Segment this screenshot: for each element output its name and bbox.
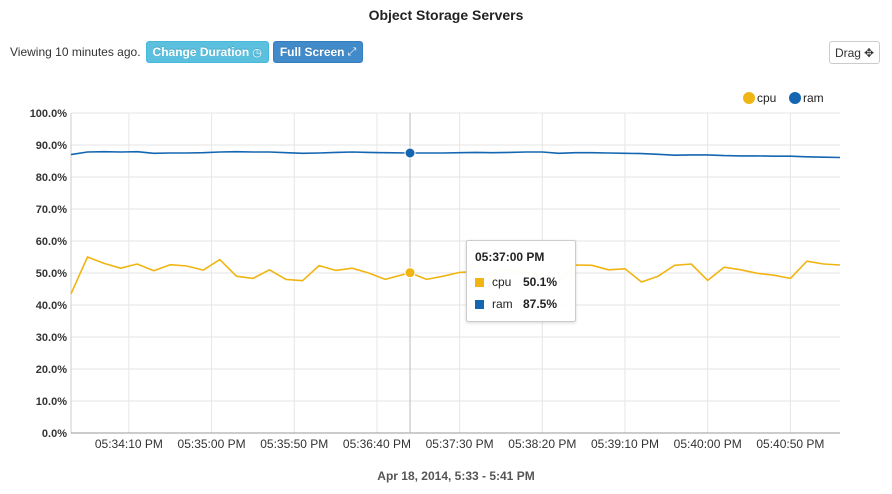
x-tick-label: 05:40:50 PM [756, 437, 824, 451]
highlight-point-ram [404, 147, 416, 159]
y-tick-label: 20.0% [36, 364, 67, 376]
legend-label-cpu: cpu [757, 91, 776, 105]
y-tick-label: 50.0% [36, 268, 67, 280]
tooltip: 05:37:00 PM cpu 50.1% ram 87.5% [466, 240, 576, 322]
y-tick-label: 30.0% [36, 332, 67, 344]
x-tick-label: 05:40:00 PM [674, 437, 742, 451]
tooltip-swatch-cpu [475, 277, 484, 287]
legend-label-ram: ram [803, 91, 824, 105]
x-tick-label: 05:34:10 PM [95, 437, 163, 451]
series-line-ram [70, 150, 841, 159]
chart-date-range: Apr 18, 2014, 5:33 - 5:41 PM [377, 469, 535, 483]
y-tick-label: 70.0% [36, 204, 67, 216]
tooltip-series-name: ram [492, 297, 513, 311]
tooltip-series-value: 50.1% [523, 275, 558, 289]
y-tick-label: 0.0% [42, 428, 67, 440]
series-line-cpu [70, 256, 841, 295]
x-tick-label: 05:35:00 PM [178, 437, 246, 451]
x-tick-label: 05:38:20 PM [508, 437, 576, 451]
y-tick-label: 40.0% [36, 300, 67, 312]
y-tick-label: 10.0% [36, 396, 67, 408]
x-tick-label: 05:35:50 PM [260, 437, 328, 451]
y-tick-label: 60.0% [36, 236, 67, 248]
highlight-point-cpu [404, 267, 416, 279]
y-tick-label: 90.0% [36, 140, 67, 152]
legend-marker-cpu [743, 92, 755, 104]
tooltip-time: 05:37:00 PM [475, 250, 545, 264]
x-tick-label: 05:39:10 PM [591, 437, 659, 451]
tooltip-series-value: 87.5% [523, 297, 558, 311]
x-tick-label: 05:36:40 PM [343, 437, 411, 451]
y-tick-label: 100.0% [30, 108, 68, 120]
legend-marker-ram [789, 92, 801, 104]
tooltip-series-name: cpu [492, 275, 512, 289]
tooltip-row-cpu: cpu 50.1% [475, 275, 567, 289]
chart-plot[interactable]: 0.0% 10.0% 20.0% 30.0% 40.0% 50.0% 60.0% 70.0% 8… [0, 0, 892, 494]
tooltip-swatch-ram [475, 299, 484, 309]
y-tick-label: 80.0% [36, 172, 67, 184]
tooltip-row-ram: ram 87.5% [475, 297, 567, 311]
x-tick-label: 05:37:30 PM [426, 437, 494, 451]
